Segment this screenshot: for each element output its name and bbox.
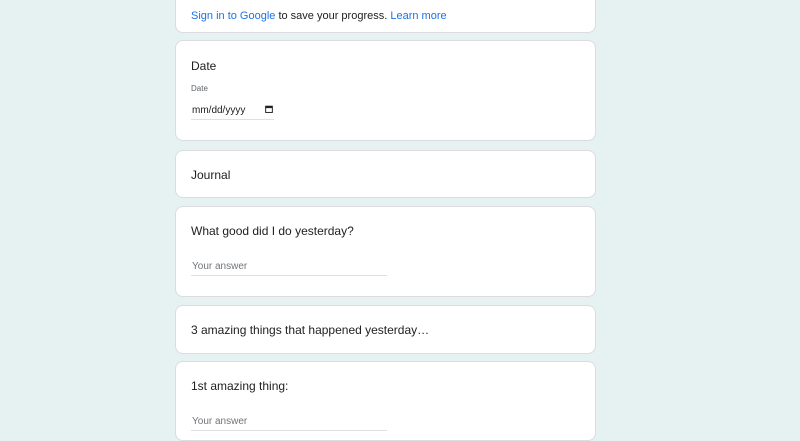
date-placeholder: mm/dd/yyyy (192, 105, 246, 116)
good-deed-question-card: What good did I do yesterday? Your answe… (175, 206, 596, 297)
first-amazing-answer-input[interactable]: Your answer (191, 414, 387, 431)
learn-more-link[interactable]: Learn more (390, 10, 446, 22)
signin-card: Sign in to Google to save your progress.… (175, 0, 596, 33)
calendar-icon[interactable] (265, 105, 273, 113)
signin-message: Sign in to Google to save your progress.… (191, 10, 447, 22)
sign-in-link[interactable]: Sign in to Google (191, 10, 275, 22)
date-input[interactable]: mm/dd/yyyy (191, 102, 274, 120)
date-field-label: Date (191, 84, 208, 93)
first-amazing-question-title: 1st amazing thing: (191, 379, 289, 393)
good-deed-question-title: What good did I do yesterday? (191, 224, 354, 238)
signin-middle-text: to save your progress. (275, 10, 391, 22)
first-amazing-answer-placeholder: Your answer (192, 416, 248, 427)
good-deed-answer-placeholder: Your answer (192, 261, 248, 272)
amazing-things-section-title: 3 amazing things that happened yesterday… (191, 323, 430, 337)
first-amazing-question-card: 1st amazing thing: Your answer (175, 361, 596, 441)
date-question-title: Date (191, 59, 217, 73)
journal-section-card: Journal (175, 150, 596, 198)
amazing-things-section-card: 3 amazing things that happened yesterday… (175, 305, 596, 354)
journal-section-title: Journal (191, 168, 231, 182)
date-question-card: Date Date mm/dd/yyyy (175, 40, 596, 141)
good-deed-answer-input[interactable]: Your answer (191, 259, 387, 276)
